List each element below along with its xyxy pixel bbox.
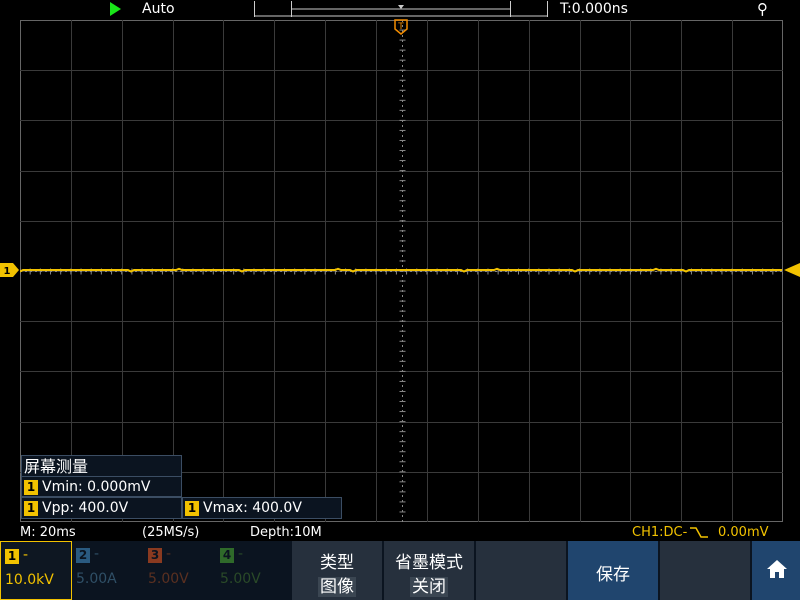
ch1-badge: 1: [185, 500, 199, 516]
channel-3-number: 3: [148, 548, 162, 563]
type-value: 图像: [318, 577, 356, 597]
save-softkey[interactable]: 保存: [566, 541, 658, 600]
vmax-value: Vmax: 400.0V: [203, 500, 302, 516]
channel-1-number: 1: [5, 549, 19, 564]
ch1-coupling: CH1:DC-: [632, 525, 688, 540]
status-line: M: 20ms (25MS/s) Depth:10M CH1:DC- 0.00m…: [0, 523, 800, 541]
trigger-time-offset: T:0.000ns: [560, 1, 628, 17]
channel-4-tab[interactable]: 4 - 5.00V: [216, 541, 288, 600]
channel-2-number: 2: [76, 548, 90, 563]
ink-saving-value: 关闭: [410, 577, 448, 597]
timebase[interactable]: M: 20ms: [20, 525, 76, 540]
trigger-marker-label: T: [397, 22, 404, 32]
memory-depth: Depth:10M: [250, 525, 322, 540]
channel-2-dash: -: [94, 546, 100, 562]
type-softkey[interactable]: 类型 图像: [290, 541, 382, 600]
channel-1-tab[interactable]: 1 - 10.0kV: [0, 541, 72, 600]
home-button[interactable]: [750, 541, 800, 600]
home-icon: [767, 560, 787, 578]
channel-4-dash: -: [238, 546, 244, 562]
ch1-offset-marker[interactable]: 1: [0, 263, 20, 277]
empty-softkey[interactable]: [474, 541, 566, 600]
trigger-position-marker[interactable]: T: [394, 19, 408, 35]
channel-2-tab[interactable]: 2 - 5.00A: [72, 541, 144, 600]
run-state-icon: [110, 2, 121, 16]
trigger-level: 0.00mV: [718, 525, 769, 540]
channel-1-scale: 10.0kV: [5, 572, 54, 588]
trigger-level-marker[interactable]: [784, 263, 800, 277]
trigger-mode[interactable]: Auto: [142, 1, 175, 17]
type-label: 类型: [320, 553, 354, 573]
ch1-marker-label: 1: [4, 266, 11, 277]
sample-rate: (25MS/s): [142, 525, 200, 540]
channel-2-scale: 5.00A: [76, 571, 117, 587]
ink-saving-label: 省墨模式: [395, 553, 463, 573]
measure-vmin: 1 Vmin: 0.000mV: [21, 476, 182, 497]
vmin-value: Vmin: 0.000mV: [42, 479, 151, 495]
ch1-badge: 1: [24, 500, 38, 516]
measure-vpp: 1 Vpp: 400.0V: [21, 497, 182, 519]
falling-edge-icon: [690, 527, 708, 538]
screen-measure-title: 屏幕测量: [21, 455, 182, 477]
channel-3-tab[interactable]: 3 - 5.00V: [144, 541, 216, 600]
channel-3-scale: 5.00V: [148, 571, 189, 587]
channel-3-dash: -: [166, 546, 172, 562]
usb-icon: ⚲: [757, 0, 768, 18]
ch1-badge: 1: [24, 479, 38, 495]
empty-softkey-2[interactable]: [658, 541, 750, 600]
vpp-value: Vpp: 400.0V: [42, 500, 129, 516]
horizontal-position-bar[interactable]: [254, 1, 548, 17]
channel-4-number: 4: [220, 548, 234, 563]
channel-1-dash: -: [23, 547, 29, 563]
channel-4-scale: 5.00V: [220, 571, 261, 587]
ink-saving-softkey[interactable]: 省墨模式 关闭: [382, 541, 474, 600]
save-label: 保存: [596, 565, 630, 585]
waveform-display[interactable]: [20, 20, 783, 522]
measure-vmax: 1 Vmax: 400.0V: [182, 497, 342, 519]
